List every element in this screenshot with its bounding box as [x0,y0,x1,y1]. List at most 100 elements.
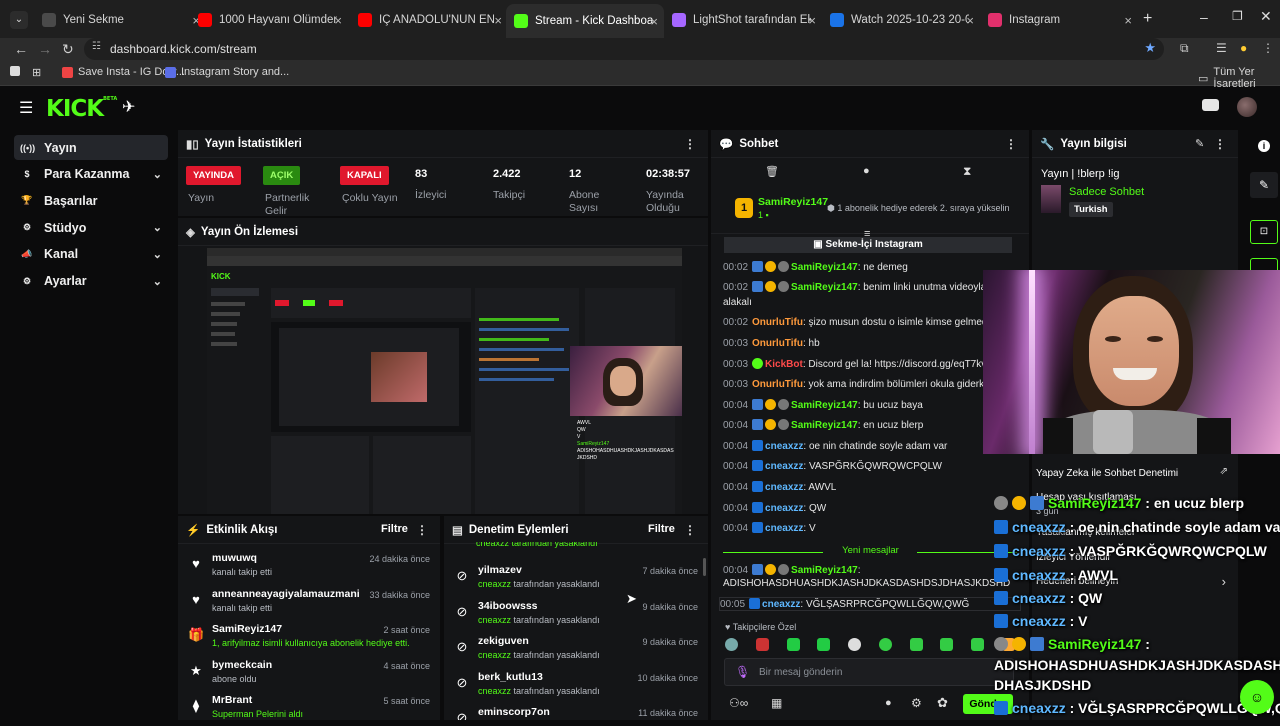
edit-rail-icon[interactable]: ✎ [1250,172,1278,198]
store-icon[interactable]: ▦ [771,696,782,710]
close-tab-icon[interactable]: × [650,14,658,29]
moderation-item[interactable]: ⊘ 34iboowsss cneaxzz tarafından yasaklandı… [452,598,698,632]
camera-icon[interactable]: ⊡ [1250,220,1278,244]
chat-username[interactable]: cneaxzz [765,523,803,534]
emote-icon[interactable] [971,638,985,651]
chat-mode-icon[interactable]: ● [863,165,870,177]
emote-picker-icon[interactable]: ✿ [937,695,948,711]
chat-message[interactable]: 00:03 OnurluTifu: yok ama indirdim bölüml… [723,378,1021,392]
activity-item[interactable]: ⧫ MrBrant Superman Pelerini aldı 5 saat önc… [186,692,430,726]
sidebar-item-3[interactable]: ⚙ Stüdyo ⌄ [14,215,168,240]
chat-username[interactable]: cneaxzz [762,599,800,610]
browser-tab[interactable]: İÇ ANADOLU'NUN EN DÜŞÜK× [350,8,508,32]
chat-message[interactable]: 00:03 OnurluTifu: hb [723,337,1021,351]
emote-icon[interactable] [786,638,800,651]
status-badge[interactable]: KAPALI [340,166,389,185]
stream-preview-video[interactable]: KICK AWVL QW V SamiReyiz147 ADISHOHASDHU… [207,248,682,514]
language-tag[interactable]: Turkish [1069,202,1113,217]
chat-username[interactable]: cneaxzz [765,503,803,514]
url-field[interactable]: ☷ dashboard.kick.com/stream ★ [84,38,1164,60]
back-icon[interactable]: ← [14,41,28,57]
sidebar-item-0[interactable]: ((•)) Yayın [14,135,168,160]
info-icon[interactable]: i [1258,140,1270,152]
bookmark-instagram-story[interactable]: Instagram Story and... [165,66,289,78]
chat-message[interactable]: 00:02 SamiReyiz147: ne demeg [723,261,1021,275]
browser-tab[interactable]: Instagram × [980,8,1138,32]
chat-username[interactable]: cneaxzz [765,441,803,452]
stats-menu-icon[interactable]: ⋮ [684,137,696,151]
minimize-button[interactable]: – [1200,9,1208,25]
chat-message[interactable]: 00:04 SamiReyiz147: [723,564,1021,578]
emote-icon[interactable] [755,638,769,651]
chat-message[interactable]: 00:04 cneaxzz: VASPĞRKĞQWRQWCPQLW [723,460,1021,474]
hamburger-icon[interactable]: ☰ [19,98,33,118]
new-tab-button[interactable]: + [1143,10,1152,28]
forward-icon[interactable]: → [38,41,52,57]
chat-username[interactable]: OnurluTifu [752,317,803,328]
chat-username[interactable]: SamiReyiz147 [791,262,858,273]
chat-username[interactable]: KickBot [765,359,803,370]
chat-message[interactable]: 00:04 cneaxzz: QW [723,502,1021,516]
ai-moderation-row[interactable]: Yapay Zeka ile Sohbet Denetimi ⇗ [1036,466,1234,480]
activity-item[interactable]: ♥ muwuwq kanalı takip etti 24 dakika önce [186,550,430,584]
chat-username[interactable]: SamiReyiz147 [791,565,858,576]
top-gifter-name[interactable]: SamiReyiz147 [758,196,828,208]
activity-filter-button[interactable]: Filtre [381,523,408,535]
chat-message[interactable]: 00:04 cneaxzz: AWVL [723,481,1021,495]
gear-icon[interactable]: ⚙ [911,696,922,710]
chat-message[interactable]: 00:05 cneaxzz: VĞLŞASRPRCĞPQWLLĞQW,QWĞ [719,597,1021,611]
chat-menu-icon[interactable]: ⋮ [1005,137,1017,151]
emote-icon[interactable] [725,638,738,651]
emote-icon[interactable] [878,638,892,651]
activity-item[interactable]: ★ bymeckcain abone oldu 4 saat önce [186,657,430,691]
sidebar-item-2[interactable]: 🏆 Başarılar [14,188,168,213]
activity-item[interactable]: ♥ anneanneayagiyalamauzmani kanalı takip e… [186,586,430,620]
chat-username[interactable]: OnurluTifu [752,379,803,390]
rocket-icon[interactable]: ✈ [122,97,135,117]
trash-icon[interactable]: 🗑 [765,165,779,178]
browser-tab[interactable]: Watch 2025-10-23 20-01-57 | S× [822,8,980,32]
chat-username[interactable]: SamiReyiz147 [791,400,858,411]
instagram-banner[interactable]: ▣ Sekme-İçi Instagram [724,237,1012,253]
chat-username[interactable]: cneaxzz [765,482,803,493]
extensions-icon[interactable]: ⧉ [1180,41,1189,56]
emote-icon[interactable] [909,638,923,651]
tab-list-button[interactable]: ⌄ [10,11,28,29]
moderation-scrollbar[interactable] [703,558,706,576]
chat-message[interactable]: 00:04 SamiReyiz147: en ucuz blerp [723,419,1021,433]
moderation-item[interactable]: ⊘ eminscorp7on 11 dakika önce [452,704,698,720]
emote-icon[interactable] [848,638,862,651]
moderation-item[interactable]: ⊘ berk_kutlu13 cneaxzz tarafından yasaklan… [452,669,698,703]
moderation-item[interactable]: ⊘ zekiguven cneaxzz tarafından yasaklandı 9… [452,633,698,667]
browser-tab[interactable]: Stream - Kick Dashboard × [506,4,664,38]
chat-username[interactable]: SamiReyiz147 [791,420,858,431]
chat-message[interactable]: ADISHOHASDHUASHDKJASHJDKASDASHDSJDHASJKD… [723,577,1021,591]
emote-icon[interactable] [940,638,954,651]
chat-username[interactable]: OnurluTifu [752,338,803,349]
users-icon[interactable]: ⚇∞ [729,696,748,710]
close-tab-icon[interactable]: × [966,13,974,28]
sidebar-item-4[interactable]: 📣 Kanal ⌄ [14,242,168,267]
microphone-icon[interactable]: 🎙 [735,665,750,679]
close-tab-icon[interactable]: × [494,13,502,28]
sidebar-item-1[interactable]: $ Para Kazanma ⌄ [14,162,168,187]
moderation-menu-icon[interactable]: ⋮ [684,523,696,537]
category-thumbnail[interactable] [1041,185,1061,213]
chat-username[interactable]: cneaxzz [765,461,803,472]
status-badge[interactable]: YAYINDA [186,166,242,185]
chat-input[interactable]: 🎙 Bir mesaj gönderin [724,658,1014,686]
browser-tab[interactable]: 1000 Hayvanı Ölümden Kurtard× [190,8,348,32]
chat-message[interactable]: 00:04 cneaxzz: oe nin chatinde soyle adam… [723,440,1021,454]
bookmark-star-icon[interactable]: ★ [1144,40,1156,56]
grid-icon[interactable]: ⊞ [32,66,41,79]
edit-icon[interactable]: ✎ [1195,137,1204,150]
activity-item[interactable]: 🎁 SamiReyiz147 1, arifyilmaz isimli kullan… [186,621,430,655]
status-badge[interactable]: AÇIK [263,166,301,185]
browser-tab[interactable]: LightShot tarafından Ekran Gör× [664,8,822,32]
maximize-button[interactable]: ❐ [1232,9,1243,23]
info-menu-icon[interactable]: ⋮ [1214,137,1226,151]
chat-message[interactable]: alakalı [723,296,1021,310]
moderation-filter-button[interactable]: Filtre [648,523,675,535]
close-tab-icon[interactable]: × [1124,13,1132,28]
vr-icon[interactable] [1202,99,1219,111]
